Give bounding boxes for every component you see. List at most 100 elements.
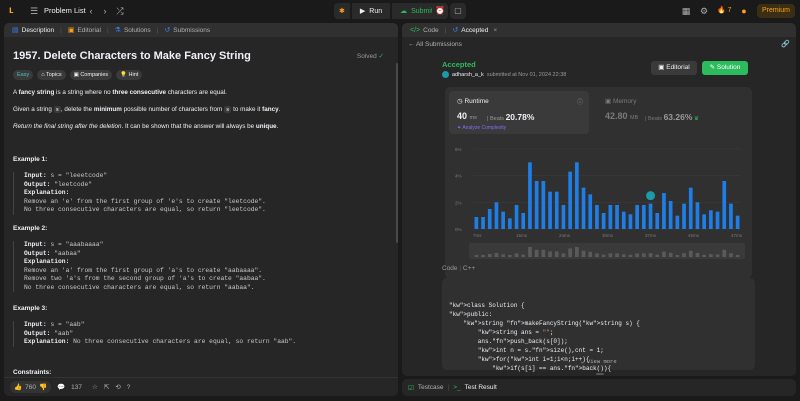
chart-bar[interactable] (635, 205, 639, 229)
run-button[interactable]: ▶ Run (351, 3, 391, 19)
chart-bar[interactable] (668, 201, 673, 229)
chart-bar[interactable] (494, 202, 499, 229)
description-icon: ▤ (12, 27, 19, 34)
all-submissions-link[interactable]: ← All Submissions (408, 41, 462, 48)
chart-bar[interactable] (695, 202, 700, 229)
solution-button[interactable]: ✎ Solution (702, 61, 748, 75)
chart-bar[interactable] (615, 205, 619, 229)
tab-solutions[interactable]: ⚗ Solutions (111, 23, 155, 37)
chart-bar[interactable] (487, 209, 492, 229)
problem-list-link[interactable]: Problem List (44, 6, 86, 15)
scrollbar[interactable] (396, 63, 398, 243)
chart-bar[interactable] (662, 193, 666, 229)
view-more-link[interactable]: ⌄ View more (442, 357, 755, 366)
chart-bar[interactable] (621, 211, 626, 229)
chart-bar[interactable] (688, 187, 693, 229)
tab-test-result[interactable]: Test Result (465, 384, 497, 391)
runtime-distribution-chart[interactable]: 6% 4% 2% 0% 7ms 16ms 24ms 30ms 37ms 45ms 47ms (445, 139, 752, 279)
chart-bar[interactable] (501, 211, 505, 229)
chart-bar[interactable] (568, 171, 572, 229)
debug-button[interactable]: ✱ (334, 3, 350, 19)
chart-bar[interactable] (601, 213, 606, 229)
chart-bar[interactable] (534, 181, 539, 229)
chart-bar[interactable] (675, 215, 680, 229)
edit-icon: ✎ (709, 64, 716, 71)
avatar[interactable]: ● (738, 5, 750, 17)
streak-counter[interactable]: 🔥 7 (717, 6, 732, 14)
chart-bar[interactable] (561, 205, 566, 229)
star-icon[interactable]: ☆ (92, 383, 98, 391)
list-icon[interactable]: ☰ (28, 5, 40, 17)
chart-bar[interactable] (655, 213, 660, 229)
overview-bar (521, 254, 526, 257)
feedback-icon[interactable]: ⟲ (115, 383, 120, 391)
chart-bar[interactable] (642, 205, 646, 229)
chart-bar[interactable] (595, 205, 599, 229)
chart-bar[interactable] (474, 217, 479, 229)
analyze-complexity-link[interactable]: ✦ Analyze Complexity (457, 125, 506, 131)
chart-bar[interactable] (729, 203, 733, 229)
chart-bar[interactable] (735, 215, 740, 229)
chart-bar[interactable] (682, 203, 686, 229)
thumbs-up-icon[interactable]: 👍 (14, 383, 22, 391)
thumbs-down-icon[interactable]: 👎 (39, 383, 47, 391)
tab-editorial[interactable]: ▣ Editorial (64, 23, 105, 37)
info-icon[interactable]: ⓘ (577, 97, 583, 106)
checkbox-icon: ☑ (408, 384, 414, 392)
close-icon[interactable]: × (493, 27, 497, 34)
tab-testcase[interactable]: Testcase (418, 384, 444, 391)
chart-bar[interactable] (481, 217, 485, 229)
chart-bar[interactable] (715, 211, 720, 229)
leetcode-logo-icon[interactable]: ʟ (9, 5, 19, 17)
alarm-icon[interactable]: ⏰ (432, 3, 448, 19)
resize-handle[interactable] (596, 373, 604, 375)
user-avatar[interactable] (442, 71, 449, 78)
chart-bar[interactable] (521, 213, 526, 229)
chart-bar[interactable] (628, 214, 633, 229)
companies-chip[interactable]: ▣ Companies (69, 70, 113, 80)
example-2-block: Input: s = "aaabaaaa" Output: "aabaa" Ex… (13, 241, 393, 292)
tab-accepted[interactable]: ↺ Accepted × (448, 23, 501, 37)
chart-bar[interactable] (648, 203, 653, 229)
share-icon[interactable]: ⇱ (104, 383, 109, 391)
memory-label[interactable]: ▣ Memory (605, 97, 636, 105)
tab-code[interactable]: </> Code (406, 23, 443, 37)
chart-bar[interactable] (554, 191, 559, 229)
prev-arrow-icon[interactable]: ‹ (85, 5, 97, 17)
chart-bar[interactable] (709, 210, 713, 229)
comment-icon[interactable]: 💬 (57, 383, 65, 391)
tab-description[interactable]: ▤ Description (8, 23, 58, 37)
example-2-title: Example 2: (13, 225, 48, 232)
chart-bar[interactable] (588, 194, 593, 229)
problem-title[interactable]: 1957. Delete Characters to Make Fancy St… (13, 50, 251, 62)
premium-button[interactable]: Premium (757, 4, 795, 18)
flask-icon: ⚗ (114, 27, 121, 34)
overview-bar (501, 254, 505, 257)
chart-bar[interactable] (702, 214, 706, 229)
gear-icon[interactable]: ⚙ (698, 5, 710, 17)
next-arrow-icon[interactable]: › (99, 5, 111, 17)
my-submission-marker[interactable] (645, 190, 657, 202)
chart-bar[interactable] (581, 187, 586, 229)
help-icon[interactable]: ? (127, 384, 131, 391)
runtime-box[interactable]: ◷ Runtime ⓘ 40 ms | Beats 20.78% ✦ Analy… (449, 91, 589, 134)
link-icon[interactable]: 🔗 (781, 40, 790, 48)
username[interactable]: adharsh_a_k (452, 72, 484, 78)
chart-bar[interactable] (528, 162, 532, 229)
chart-bar[interactable] (508, 218, 512, 229)
code-viewer[interactable]: "kw">class Solution {"kw">public: "kw">s… (442, 278, 755, 372)
chart-bar[interactable] (722, 181, 727, 229)
chart-bar[interactable] (548, 191, 552, 229)
hint-chip[interactable]: 💡 Hint (116, 70, 143, 80)
tab-submissions[interactable]: ↺ Submissions (160, 23, 214, 37)
y-tick-label: 4% (455, 174, 462, 179)
chart-bar[interactable] (575, 162, 579, 229)
shuffle-icon[interactable]: ⤮ (114, 5, 126, 17)
chart-bar[interactable] (514, 205, 519, 229)
chart-bar[interactable] (541, 181, 546, 229)
chart-bar[interactable] (608, 205, 613, 229)
editorial-button[interactable]: ▣ Editorial (651, 61, 697, 75)
note-icon[interactable]: ▢ (450, 3, 466, 19)
grid-icon[interactable]: ▦ (680, 5, 692, 17)
topics-chip[interactable]: ⌂ Topics (37, 70, 66, 80)
